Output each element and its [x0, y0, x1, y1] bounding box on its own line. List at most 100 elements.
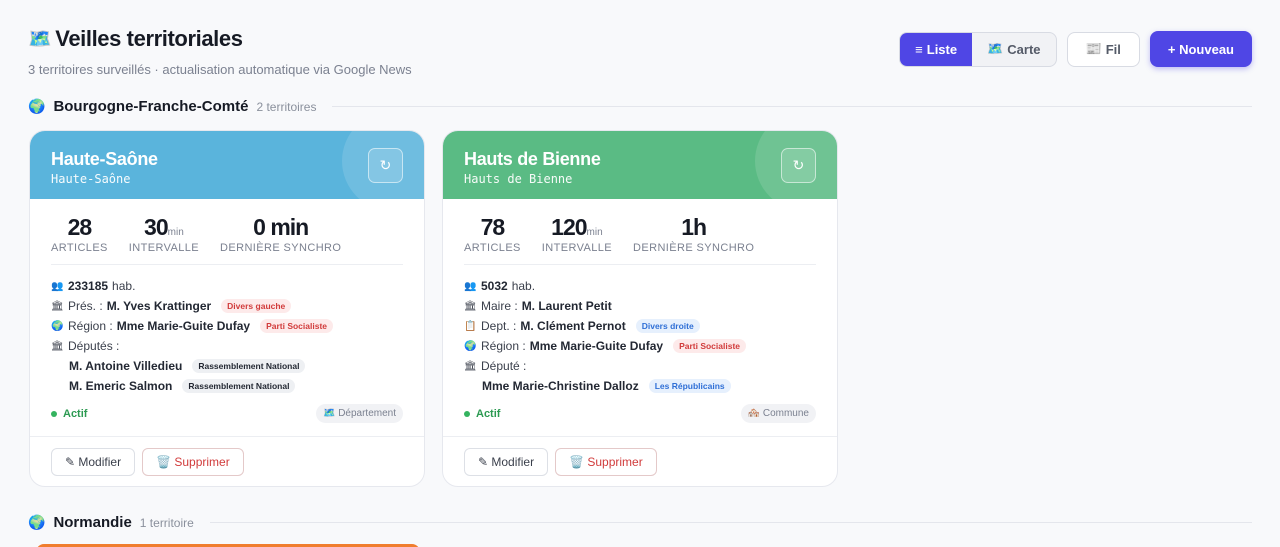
party-badge: Parti Socialiste [260, 319, 334, 333]
building-icon: 🏛 [464, 300, 477, 312]
population-value: 5032 [481, 279, 508, 293]
map-icon: 🗺️ [322, 408, 336, 419]
list-icon: ≡ [915, 41, 923, 57]
group-count: 2 territoires [256, 99, 317, 114]
delete-button[interactable]: 🗑️ Supprimer [142, 448, 244, 476]
card-footer: ✎ Modifier 🗑️ Supprimer [443, 436, 837, 486]
deputy-row: Mme Marie-Christine Dalloz Les Républica… [464, 376, 816, 396]
map-icon: 🗺️ [987, 41, 1004, 56]
population-row: 👥 233185 hab. [51, 276, 403, 296]
new-territory-button[interactable]: + Nouveau [1149, 31, 1252, 67]
deputy-row: M. Emeric Salmon Rassemblement National [51, 376, 403, 396]
stats-row: 28 ARTICLES 30min INTERVALLE 0 min DERNI… [30, 199, 424, 264]
status-text: Actif [63, 407, 88, 420]
stat-label: ARTICLES [51, 242, 108, 254]
globe-icon: 🌍 [28, 514, 46, 530]
edit-button[interactable]: ✎ Modifier [464, 448, 549, 476]
map-view-label: Carte [1007, 41, 1041, 57]
role-label: Dept. : [481, 319, 517, 333]
globe-icon: 🌍 [51, 320, 64, 332]
delete-button[interactable]: 🗑️ Supprimer [555, 448, 657, 476]
stat-value: 78 [480, 214, 506, 240]
houses-icon: 🏘️ [747, 408, 761, 419]
stat-unit: min [586, 227, 603, 238]
person-name: M. Emeric Salmon [69, 379, 173, 393]
stat-unit: min [167, 227, 184, 238]
stat-number: 120 [551, 214, 587, 240]
divider [332, 106, 1252, 107]
building-icon: 🏛 [51, 300, 64, 312]
refresh-button[interactable]: ↻ [368, 148, 403, 183]
stat-articles: 78 ARTICLES [464, 214, 521, 254]
newspaper-icon: 📰 [1085, 41, 1102, 56]
region-row: 🌍 Région : Mme Marie-Guite Dufay Parti S… [464, 336, 816, 356]
stat-value: 28 [67, 214, 93, 240]
people-icon: 👥 [464, 280, 477, 292]
person-name: M. Antoine Villedieu [69, 359, 183, 373]
territory-type-chip: 🏘️ Commune [740, 404, 816, 423]
card-info: 👥 5032 hab. 🏛 Maire : M. Laurent Petit 📋… [443, 265, 837, 423]
stat-label: DERNIÈRE SYNCHRO [633, 242, 755, 254]
territory-card: Haute-Saône Haute-Saône ↻ 28 ARTICLES 30… [29, 130, 425, 487]
party-badge: Divers gauche [221, 299, 292, 313]
status-badge: Actif [51, 408, 87, 420]
refresh-button[interactable]: ↻ [781, 148, 816, 183]
edit-button[interactable]: ✎ Modifier [51, 448, 136, 476]
status-row: Actif 🗺️ Département [51, 404, 403, 423]
page-subtitle: 3 territoires surveillés · actualisation… [28, 62, 412, 77]
population-row: 👥 5032 hab. [464, 276, 816, 296]
person-name: M. Clément Pernot [520, 319, 626, 333]
stat-number: 30 [144, 214, 169, 240]
divider [209, 522, 1252, 523]
department-row: 📋 Dept. : M. Clément Pernot Divers droit… [464, 316, 816, 336]
stat-label: INTERVALLE [128, 242, 200, 254]
stat-value: 0 min [253, 214, 309, 240]
stat-label: DERNIÈRE SYNCHRO [220, 242, 342, 254]
feed-button[interactable]: 📰 Fil [1066, 31, 1140, 67]
party-badge: Les Républicains [648, 379, 731, 393]
list-view-label: Liste [926, 41, 958, 57]
person-name: Mme Marie-Guite Dufay [529, 339, 664, 353]
role-label: Région : [481, 339, 526, 353]
map-view-button[interactable]: 🗺️ Carte [972, 33, 1055, 66]
stat-articles: 28 ARTICLES [51, 214, 108, 254]
card-slug: Hauts de Bienne [464, 172, 573, 186]
status-badge: Actif [464, 408, 500, 420]
card-banner: Haute-Saône Haute-Saône ↻ [30, 131, 424, 199]
list-view-button[interactable]: ≡ Liste [900, 32, 973, 66]
globe-icon: 🌍 [28, 98, 46, 114]
stat-value: 30min [129, 214, 199, 241]
person-name: M. Yves Krattinger [106, 299, 212, 313]
group-count: 1 territoire [139, 515, 194, 530]
party-badge: Rassemblement National [182, 379, 296, 393]
stat-label: ARTICLES [464, 242, 521, 254]
clipboard-icon: 📋 [464, 320, 477, 332]
role-label: Députés : [68, 339, 120, 353]
status-dot-icon [464, 410, 470, 417]
feed-label: Fil [1105, 41, 1121, 57]
deputies-row: 🏛 Députés : [51, 336, 403, 356]
person-name: Mme Marie-Christine Dalloz [482, 379, 639, 393]
person-name: M. Laurent Petit [521, 299, 612, 313]
role-label: Région : [68, 319, 113, 333]
role-label: Maire : [481, 299, 518, 313]
card-slug: Haute-Saône [51, 172, 131, 186]
territory-card: Hauts de Bienne Hauts de Bienne ↻ 78 ART… [442, 130, 838, 487]
stat-interval: 30min INTERVALLE [129, 214, 199, 254]
card-footer: ✎ Modifier 🗑️ Supprimer [30, 436, 424, 486]
territory-type-chip: 🗺️ Département [315, 404, 403, 423]
status-row: Actif 🏘️ Commune [464, 404, 816, 423]
population-unit: hab. [112, 279, 136, 293]
role-label: Prés. : [68, 299, 103, 313]
population-value: 233185 [68, 279, 109, 293]
stats-row: 78 ARTICLES 120min INTERVALLE 1h DERNIÈR… [443, 199, 837, 264]
group-header: 🌍 Normandie 1 territoire [28, 514, 1252, 531]
status-text: Actif [476, 407, 501, 420]
stat-last-sync: 0 min DERNIÈRE SYNCHRO [220, 214, 341, 254]
stat-value: 1h [681, 214, 707, 240]
status-dot-icon [51, 410, 57, 417]
person-name: Mme Marie-Guite Dufay [116, 319, 251, 333]
population-unit: hab. [511, 279, 536, 293]
role-label: Député : [481, 359, 527, 373]
mayor-row: 🏛 Maire : M. Laurent Petit [464, 296, 816, 316]
